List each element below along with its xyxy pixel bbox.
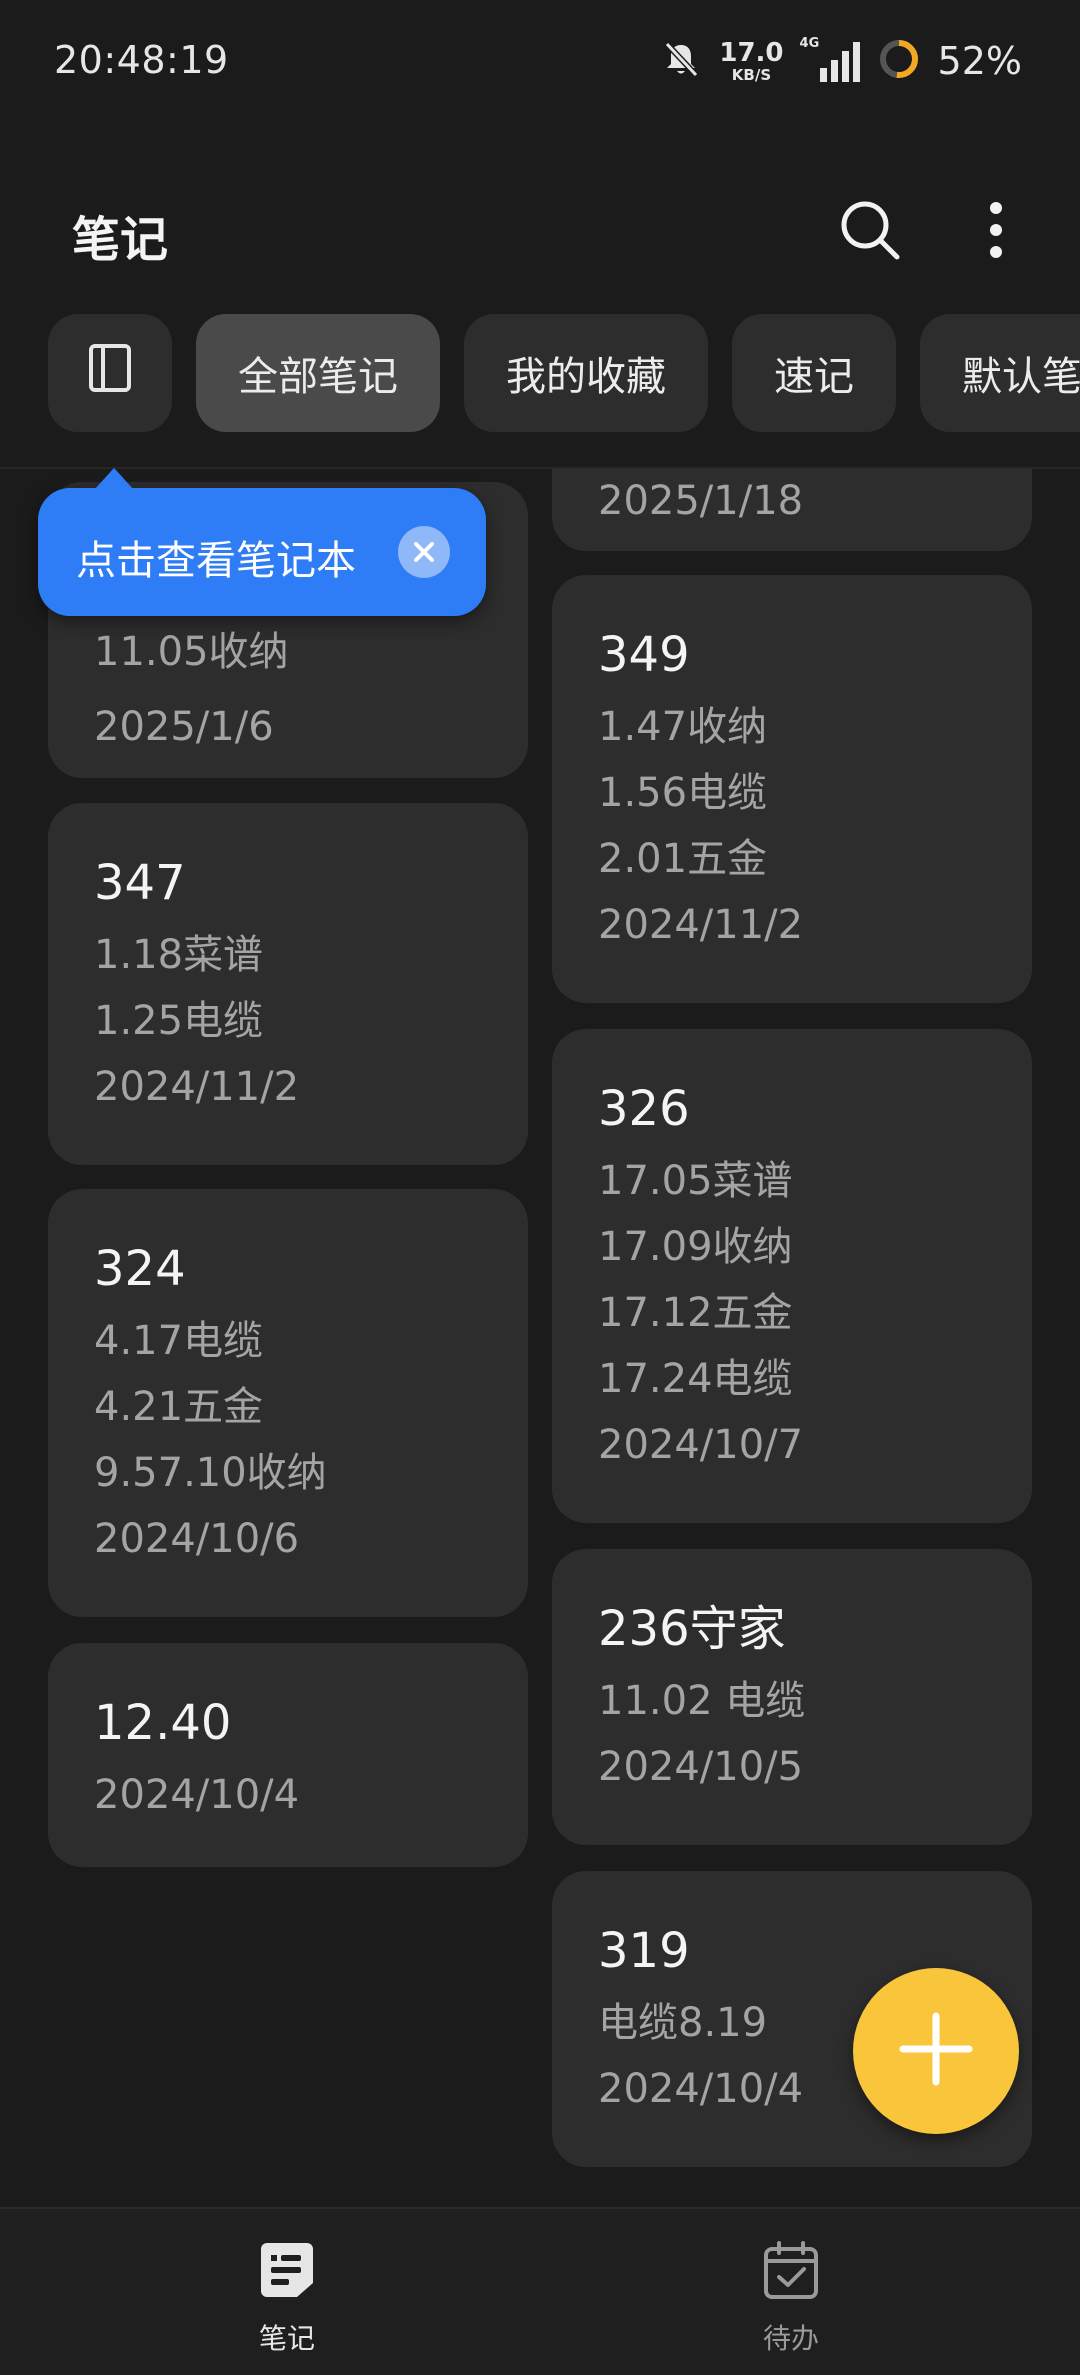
nav-notes[interactable]: 笔记 — [187, 2239, 387, 2369]
nav-todo-label: 待办 — [762, 2322, 819, 2355]
note-title: 236守家 — [598, 1601, 786, 1657]
note-line: 11.02 电缆 — [598, 1678, 806, 1724]
search-icon[interactable] — [832, 192, 908, 268]
note-title: 326 — [598, 1081, 690, 1137]
note-card[interactable]: 12.40 2024/10/4 — [48, 1643, 528, 1867]
note-line: 1.56电缆 — [598, 770, 768, 816]
chip-default-notebook[interactable]: 默认笔记本 — [920, 314, 1080, 432]
note-line: 17.24电缆 — [598, 1356, 793, 1402]
note-date: 2024/10/5 — [598, 1744, 804, 1790]
notebook-filter-chips: 全部笔记 我的收藏 速记 默认笔记本 — [48, 314, 1080, 432]
page-title: 笔记 — [72, 212, 169, 268]
notebook-hint-tooltip[interactable]: 点击查看笔记本 — [38, 468, 486, 616]
battery-percentage: 52% — [937, 39, 1022, 83]
nav-notes-label: 笔记 — [258, 2322, 315, 2355]
status-icons: 17.0 KB/S 4G 52% — [661, 36, 1022, 86]
plus-icon — [897, 2010, 975, 2092]
note-card[interactable]: 2025/1/18 — [552, 469, 1032, 551]
note-line: 4.21五金 — [94, 1384, 264, 1430]
note-date: 2025/1/6 — [94, 704, 274, 750]
note-card[interactable]: 326 17.05菜谱 17.09收纳 17.12五金 17.24电缆 2024… — [552, 1029, 1032, 1523]
note-title: 12.40 — [94, 1695, 232, 1751]
note-card[interactable]: 324 4.17电缆 4.21五金 9.57.10收纳 2024/10/6 — [48, 1189, 528, 1617]
chip-quick-notes[interactable]: 速记 — [732, 314, 896, 432]
note-line: 17.05菜谱 — [598, 1158, 793, 1204]
note-line: 9.57.10收纳 — [94, 1450, 327, 1496]
network-type: 4G — [799, 36, 820, 51]
status-bar: 20:48:19 17.0 KB/S 4G 52% — [0, 0, 1080, 120]
notes-grid: 11.05收纳 2025/1/6 347 1.18菜谱 1.25电缆 2024/… — [0, 469, 1080, 2207]
note-date: 2024/10/7 — [598, 1422, 804, 1468]
add-note-button[interactable] — [853, 1968, 1019, 2134]
note-title: 347 — [94, 855, 186, 911]
note-card[interactable]: 236守家 11.02 电缆 2024/10/5 — [552, 1549, 1032, 1845]
nav-todo[interactable]: 待办 — [691, 2239, 891, 2369]
notes-icon — [257, 2239, 317, 2305]
todo-icon — [761, 2239, 821, 2305]
note-card[interactable]: 347 1.18菜谱 1.25电缆 2024/11/2 — [48, 803, 528, 1165]
mute-bell-icon — [661, 39, 701, 83]
note-line: 1.25电缆 — [94, 998, 264, 1044]
note-line: 1.18菜谱 — [94, 932, 264, 978]
note-date: 2024/10/4 — [94, 1772, 300, 1818]
net-speed: 17.0 KB/S — [719, 40, 783, 83]
net-speed-unit: KB/S — [731, 65, 772, 84]
notebook-icon — [87, 342, 133, 404]
note-line: 4.17电缆 — [94, 1318, 264, 1364]
tooltip-text: 点击查看笔记本 — [76, 538, 356, 584]
note-line: 17.12五金 — [598, 1290, 793, 1336]
close-icon[interactable] — [398, 526, 450, 578]
chip-favorites[interactable]: 我的收藏 — [464, 314, 708, 432]
chip-all-notes[interactable]: 全部笔记 — [196, 314, 440, 432]
note-title: 324 — [94, 1241, 186, 1297]
status-time: 20:48:19 — [54, 38, 229, 82]
more-vertical-icon[interactable] — [958, 192, 1034, 268]
notebook-list-button[interactable] — [48, 314, 172, 432]
signal-icon: 4G — [800, 36, 860, 82]
battery-ring-icon — [878, 38, 920, 84]
net-speed-value: 17.0 — [719, 37, 784, 68]
note-line: 2.01五金 — [598, 836, 768, 882]
note-line: 1.47收纳 — [598, 704, 768, 750]
note-date: 2025/1/18 — [598, 478, 804, 524]
note-date: 2024/10/6 — [94, 1516, 300, 1562]
note-date: 2024/11/2 — [598, 902, 804, 948]
bottom-navigation: 笔记 待办 — [0, 2207, 1080, 2375]
note-card[interactable]: 349 1.47收纳 1.56电缆 2.01五金 2024/11/2 — [552, 575, 1032, 1003]
note-line: 11.05收纳 — [94, 629, 289, 675]
notes-app-screen: 20:48:19 17.0 KB/S 4G 52% 笔记 全部笔记 我的收藏 速… — [0, 0, 1080, 2375]
note-date: 2024/11/2 — [94, 1064, 300, 1110]
note-line: 17.09收纳 — [598, 1224, 793, 1270]
note-title: 349 — [598, 627, 690, 683]
